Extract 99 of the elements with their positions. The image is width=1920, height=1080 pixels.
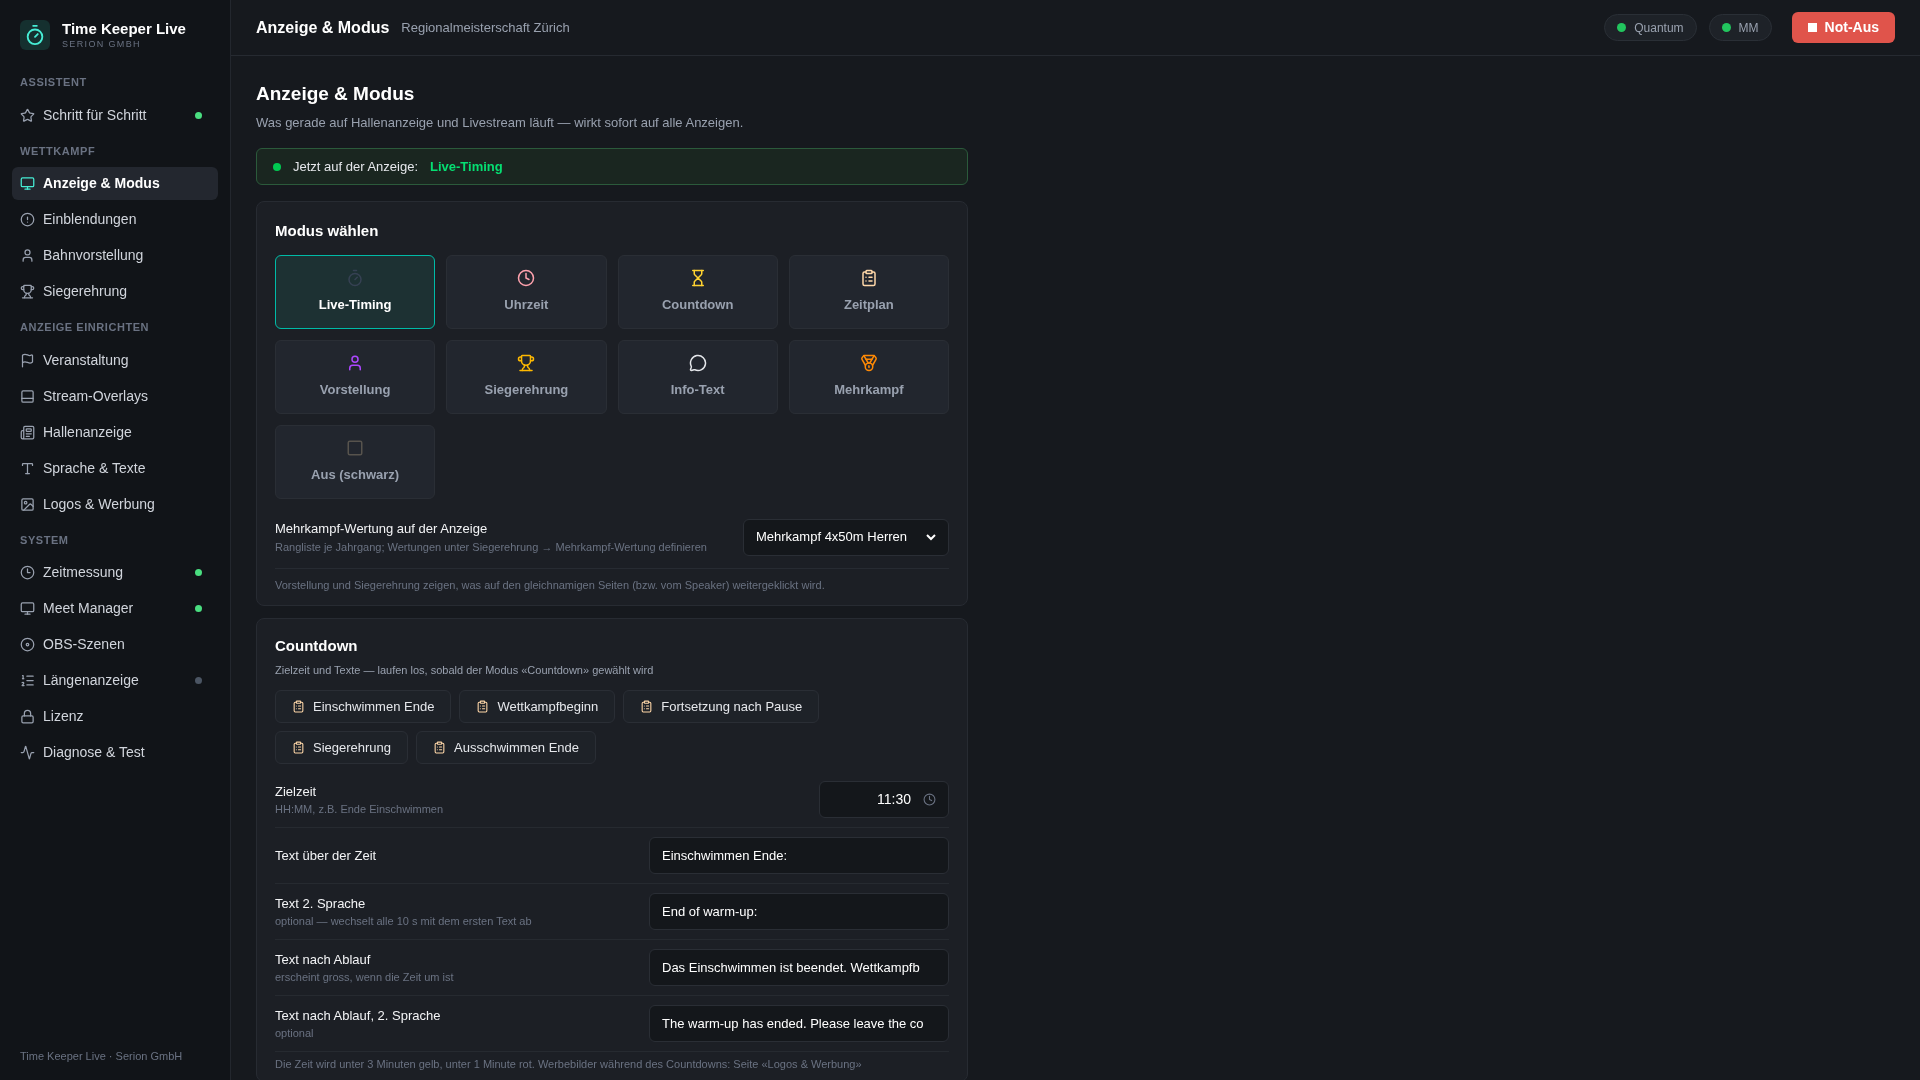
current-display-banner: Jetzt auf der Anzeige: Live-Timing <box>256 148 968 185</box>
card-description: Zielzeit und Texte — laufen los, sobald der Modus «Countdown» gewählt wird <box>275 662 655 678</box>
time-field[interactable]: 11:30 <box>819 781 949 818</box>
countdown-note: Die Zeit wird unter 3 Minuten gelb, unter 1 Minute rot. Werbebilder während des Countdowns: Seite «Logos & Werbung» <box>275 1057 863 1072</box>
app-logo-icon <box>20 20 50 50</box>
sidebar-item[interactable]: Längenanzeige <box>12 664 218 697</box>
field-label: Text nach Ablauf, 2. Sprache <box>275 1006 442 1025</box>
field-label: Text 2. Sprache <box>275 894 367 913</box>
field-label: Text nach Ablauf <box>275 950 372 969</box>
field-label: Zielzeit <box>275 782 318 801</box>
letter-icon <box>20 460 35 476</box>
preset-button[interactable]: Wettkampfbeginn <box>459 690 616 723</box>
mode-tile[interactable]: Info-Text <box>617 339 778 414</box>
clipboard-icon <box>640 700 654 713</box>
sidebar-item[interactable]: Siegerehrung <box>12 275 218 308</box>
page-title: Anzeige & Modus <box>256 82 416 106</box>
clock-icon <box>517 268 536 287</box>
status-pill: Quantum <box>1604 14 1697 41</box>
pulse-icon <box>20 745 35 760</box>
mode-tile[interactable]: Aus (schwarz) <box>275 424 436 499</box>
card-title: Modus wählen <box>275 221 380 241</box>
section-heading: WETTKAMPF <box>19 143 97 159</box>
sidebar-item[interactable]: Logos & Werbung <box>12 487 218 521</box>
alert-icon <box>20 212 35 227</box>
flag-icon <box>20 352 35 368</box>
field-hint: HH:MM, z.B. Ende Einschwimmen <box>275 802 445 817</box>
clock-icon <box>923 793 936 806</box>
page-description: Was gerade auf Hallenanzeige und Livestream läuft — wirkt sofort auf alle Anzeigen. <box>256 113 745 132</box>
preset-button[interactable]: Fortsetzung nach Pause <box>623 690 820 723</box>
speech-bubble-icon <box>688 353 707 372</box>
mode-note: Vorstellung und Siegerehrung zeigen, was auf den gleichnamigen Seiten (bzw. vom Speaker) weitergeklickt wird. <box>275 577 826 593</box>
sidebar-item[interactable]: Anzeige & Modus <box>12 167 218 200</box>
text-field[interactable]: Das Einschwimmen ist beendet. Wettkampfb <box>649 949 949 986</box>
setting-label: Mehrkampf-Wertung auf der Anzeige <box>275 520 489 538</box>
sidebar-item[interactable]: Stream-Overlays <box>12 379 218 413</box>
clipboard-icon <box>433 741 447 754</box>
field-hint: optional — wechselt alle 10 s mit dem ersten Text ab <box>275 914 533 929</box>
footer-text: Time Keeper Live · Serion GmbH <box>19 1048 184 1064</box>
mode-tile[interactable]: Vorstellung <box>275 339 436 414</box>
chevron-down-icon <box>926 532 936 542</box>
clipboard-icon <box>292 741 305 754</box>
mode-tile[interactable]: Zeitplan <box>788 254 949 329</box>
preset-button[interactable]: Ausschwimmen Ende <box>416 731 597 764</box>
screen-icon <box>20 388 35 404</box>
header-subtitle: Regionalmeisterschaft Zürich <box>401 18 570 37</box>
text-field[interactable]: Einschwimmen Ende: <box>649 837 949 874</box>
sidebar-item[interactable]: Meet Manager <box>12 592 218 625</box>
text-field[interactable]: The warm-up has ended. Please leave the co <box>649 1005 949 1042</box>
section-heading: ASSISTENT <box>19 75 88 90</box>
combined-ranking-dropdown[interactable]: Mehrkampf 4x50m Herren <box>743 518 949 556</box>
sidebar-item[interactable]: Hallenanzeige <box>12 415 218 449</box>
target-icon <box>20 637 35 652</box>
mode-tile[interactable]: Siegerehrung <box>446 339 607 414</box>
field-hint: erscheint gross, wenn die Zeit um ist <box>275 970 455 985</box>
timer-icon <box>346 268 365 287</box>
field-hint: optional <box>275 1026 315 1041</box>
stop-icon <box>1807 23 1817 32</box>
mode-tile[interactable]: Countdown <box>617 254 778 329</box>
sidebar-item[interactable]: Veranstaltung <box>12 343 218 377</box>
list-icon <box>20 424 35 440</box>
header-title: Anzeige & Modus <box>256 17 390 38</box>
clock-icon <box>20 565 35 580</box>
mode-tile[interactable]: Mehrkampf <box>788 339 949 414</box>
preset-button[interactable]: Einschwimmen Ende <box>275 690 452 723</box>
medal-icon <box>859 353 878 372</box>
trophy-icon <box>20 284 35 299</box>
clipboard-icon <box>859 268 878 287</box>
lock-icon <box>20 709 35 724</box>
field-label: Text über der Zeit <box>275 846 378 865</box>
app-name: Time Keeper Live <box>62 20 186 39</box>
company-name: SERION GMBH <box>62 38 142 50</box>
preset-button[interactable]: Siegerehrung <box>275 731 409 764</box>
status-pill: MM <box>1708 14 1772 41</box>
sidebar-item[interactable]: Sprache & Texte <box>12 451 218 485</box>
sidebar-item[interactable]: OBS-Szenen <box>12 628 218 661</box>
clipboard-icon <box>476 700 490 713</box>
list-icon <box>20 673 35 688</box>
sidebar-item[interactable]: Lizenz <box>12 700 218 733</box>
sidebar-item[interactable]: Einblendungen <box>12 203 218 236</box>
clipboard-icon <box>292 700 305 713</box>
section-heading: ANZEIGE EINRICHTEN <box>19 320 151 335</box>
monitor-icon <box>20 176 35 191</box>
sidebar-item[interactable]: Bahnvorstellung <box>12 239 218 272</box>
trophy-icon <box>517 353 536 372</box>
monitor-icon <box>20 601 35 616</box>
image-icon <box>20 496 35 512</box>
section-heading: SYSTEM <box>19 532 70 548</box>
mode-tile[interactable]: Uhrzeit <box>446 254 607 329</box>
square-icon <box>346 438 365 457</box>
card-title: Countdown <box>275 636 359 656</box>
sidebar-item[interactable]: Diagnose & Test <box>12 736 218 769</box>
sidebar-item[interactable]: Zeitmessung <box>12 556 218 589</box>
setting-hint: Rangliste je Jahrgang; Wertungen unter Siegerehrung → Mehrkampf-Wertung definieren <box>275 539 708 555</box>
person-icon <box>20 248 35 263</box>
text-field[interactable]: End of warm-up: <box>649 893 949 930</box>
sidebar-item[interactable]: Schritt für Schritt <box>12 98 218 132</box>
star-icon <box>20 107 35 123</box>
emergency-stop-button[interactable]: Not-Aus <box>1791 12 1895 43</box>
mode-tile[interactable]: Live-Timing <box>275 254 436 329</box>
